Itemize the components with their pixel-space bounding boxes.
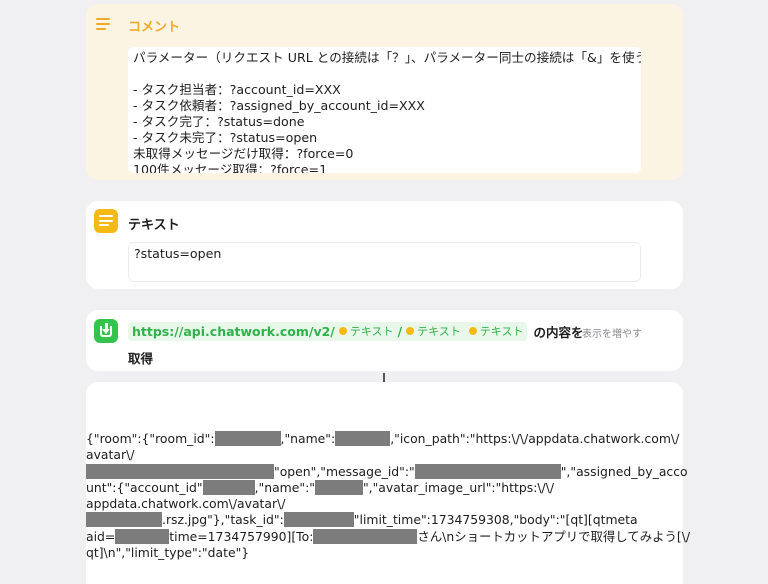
redacted-block xyxy=(335,431,391,446)
redacted-block xyxy=(86,512,162,528)
comment-line xyxy=(133,66,636,82)
action-verb: 取得 xyxy=(128,351,154,366)
redacted-block xyxy=(414,463,561,479)
comment-title: コメント xyxy=(128,20,181,35)
url-base: https://api.chatwork.com/v2/ xyxy=(132,323,335,339)
redacted-block xyxy=(214,431,281,446)
redacted-block xyxy=(202,479,255,495)
comment-text-field[interactable]: パラメーター（リクエスト URL との接続は「？」、パラメーター同士の接続は「&… xyxy=(128,47,641,173)
comment-action-card[interactable]: コメント パラメーター（リクエスト URL との接続は「？」、パラメーター同士の… xyxy=(86,4,683,180)
redacted-block xyxy=(86,463,274,479)
text-value-field[interactable]: ?status=open xyxy=(128,242,641,282)
variable-dot-icon xyxy=(338,327,347,335)
variable-token[interactable]: テキスト xyxy=(406,323,461,339)
comment-line: 100件メッセージ取得：?force=1 xyxy=(133,162,328,173)
variable-token[interactable]: テキスト xyxy=(468,323,523,339)
result-output-card: {"room":{"room_id": ,"name": ,"icon_path":… xyxy=(86,382,691,584)
text-lines-icon xyxy=(96,18,114,34)
comment-line: 未取得メッセージだけ取得：?force=0 xyxy=(133,146,354,161)
text-action-card[interactable]: テキスト ?status=open xyxy=(86,201,683,289)
redacted-block xyxy=(283,512,354,528)
flow-connector xyxy=(383,373,385,382)
redacted-block xyxy=(115,528,170,544)
redacted-block xyxy=(313,528,418,544)
comment-line: - タスク未完了：?status=open xyxy=(133,130,318,145)
get-url-contents-card[interactable]: https://api.chatwork.com/v2/ テキスト / テキスト… xyxy=(86,310,683,371)
url-field[interactable]: https://api.chatwork.com/v2/ テキスト / テキスト… xyxy=(128,321,528,341)
comment-line: - タスク依頼者：?assigned_by_account_id=XXX xyxy=(133,98,425,113)
comment-line: - タスク完了：?status=done xyxy=(133,114,305,129)
result-json-text: {"room":{"room_id": ,"name": ,"icon_path":… xyxy=(86,431,691,561)
variable-dot-icon xyxy=(468,327,477,335)
text-document-icon xyxy=(94,209,118,233)
variable-token[interactable]: テキスト xyxy=(338,323,394,339)
variable-dot-icon xyxy=(406,327,415,335)
download-icon xyxy=(94,319,118,343)
text-action-title: テキスト xyxy=(128,218,180,233)
action-suffix: の内容を xyxy=(533,324,584,340)
comment-line: - タスク担当者：?account_id=XXX xyxy=(133,82,341,97)
redacted-block xyxy=(314,479,363,495)
comment-line: パラメーター（リクエスト URL との接続は「？」、パラメーター同士の接続は「&… xyxy=(133,50,641,65)
show-more-button[interactable]: 表示を増やす xyxy=(582,325,642,340)
url-separator: / xyxy=(397,323,403,339)
url-row: https://api.chatwork.com/v2/ テキスト / テキスト… xyxy=(128,321,583,341)
